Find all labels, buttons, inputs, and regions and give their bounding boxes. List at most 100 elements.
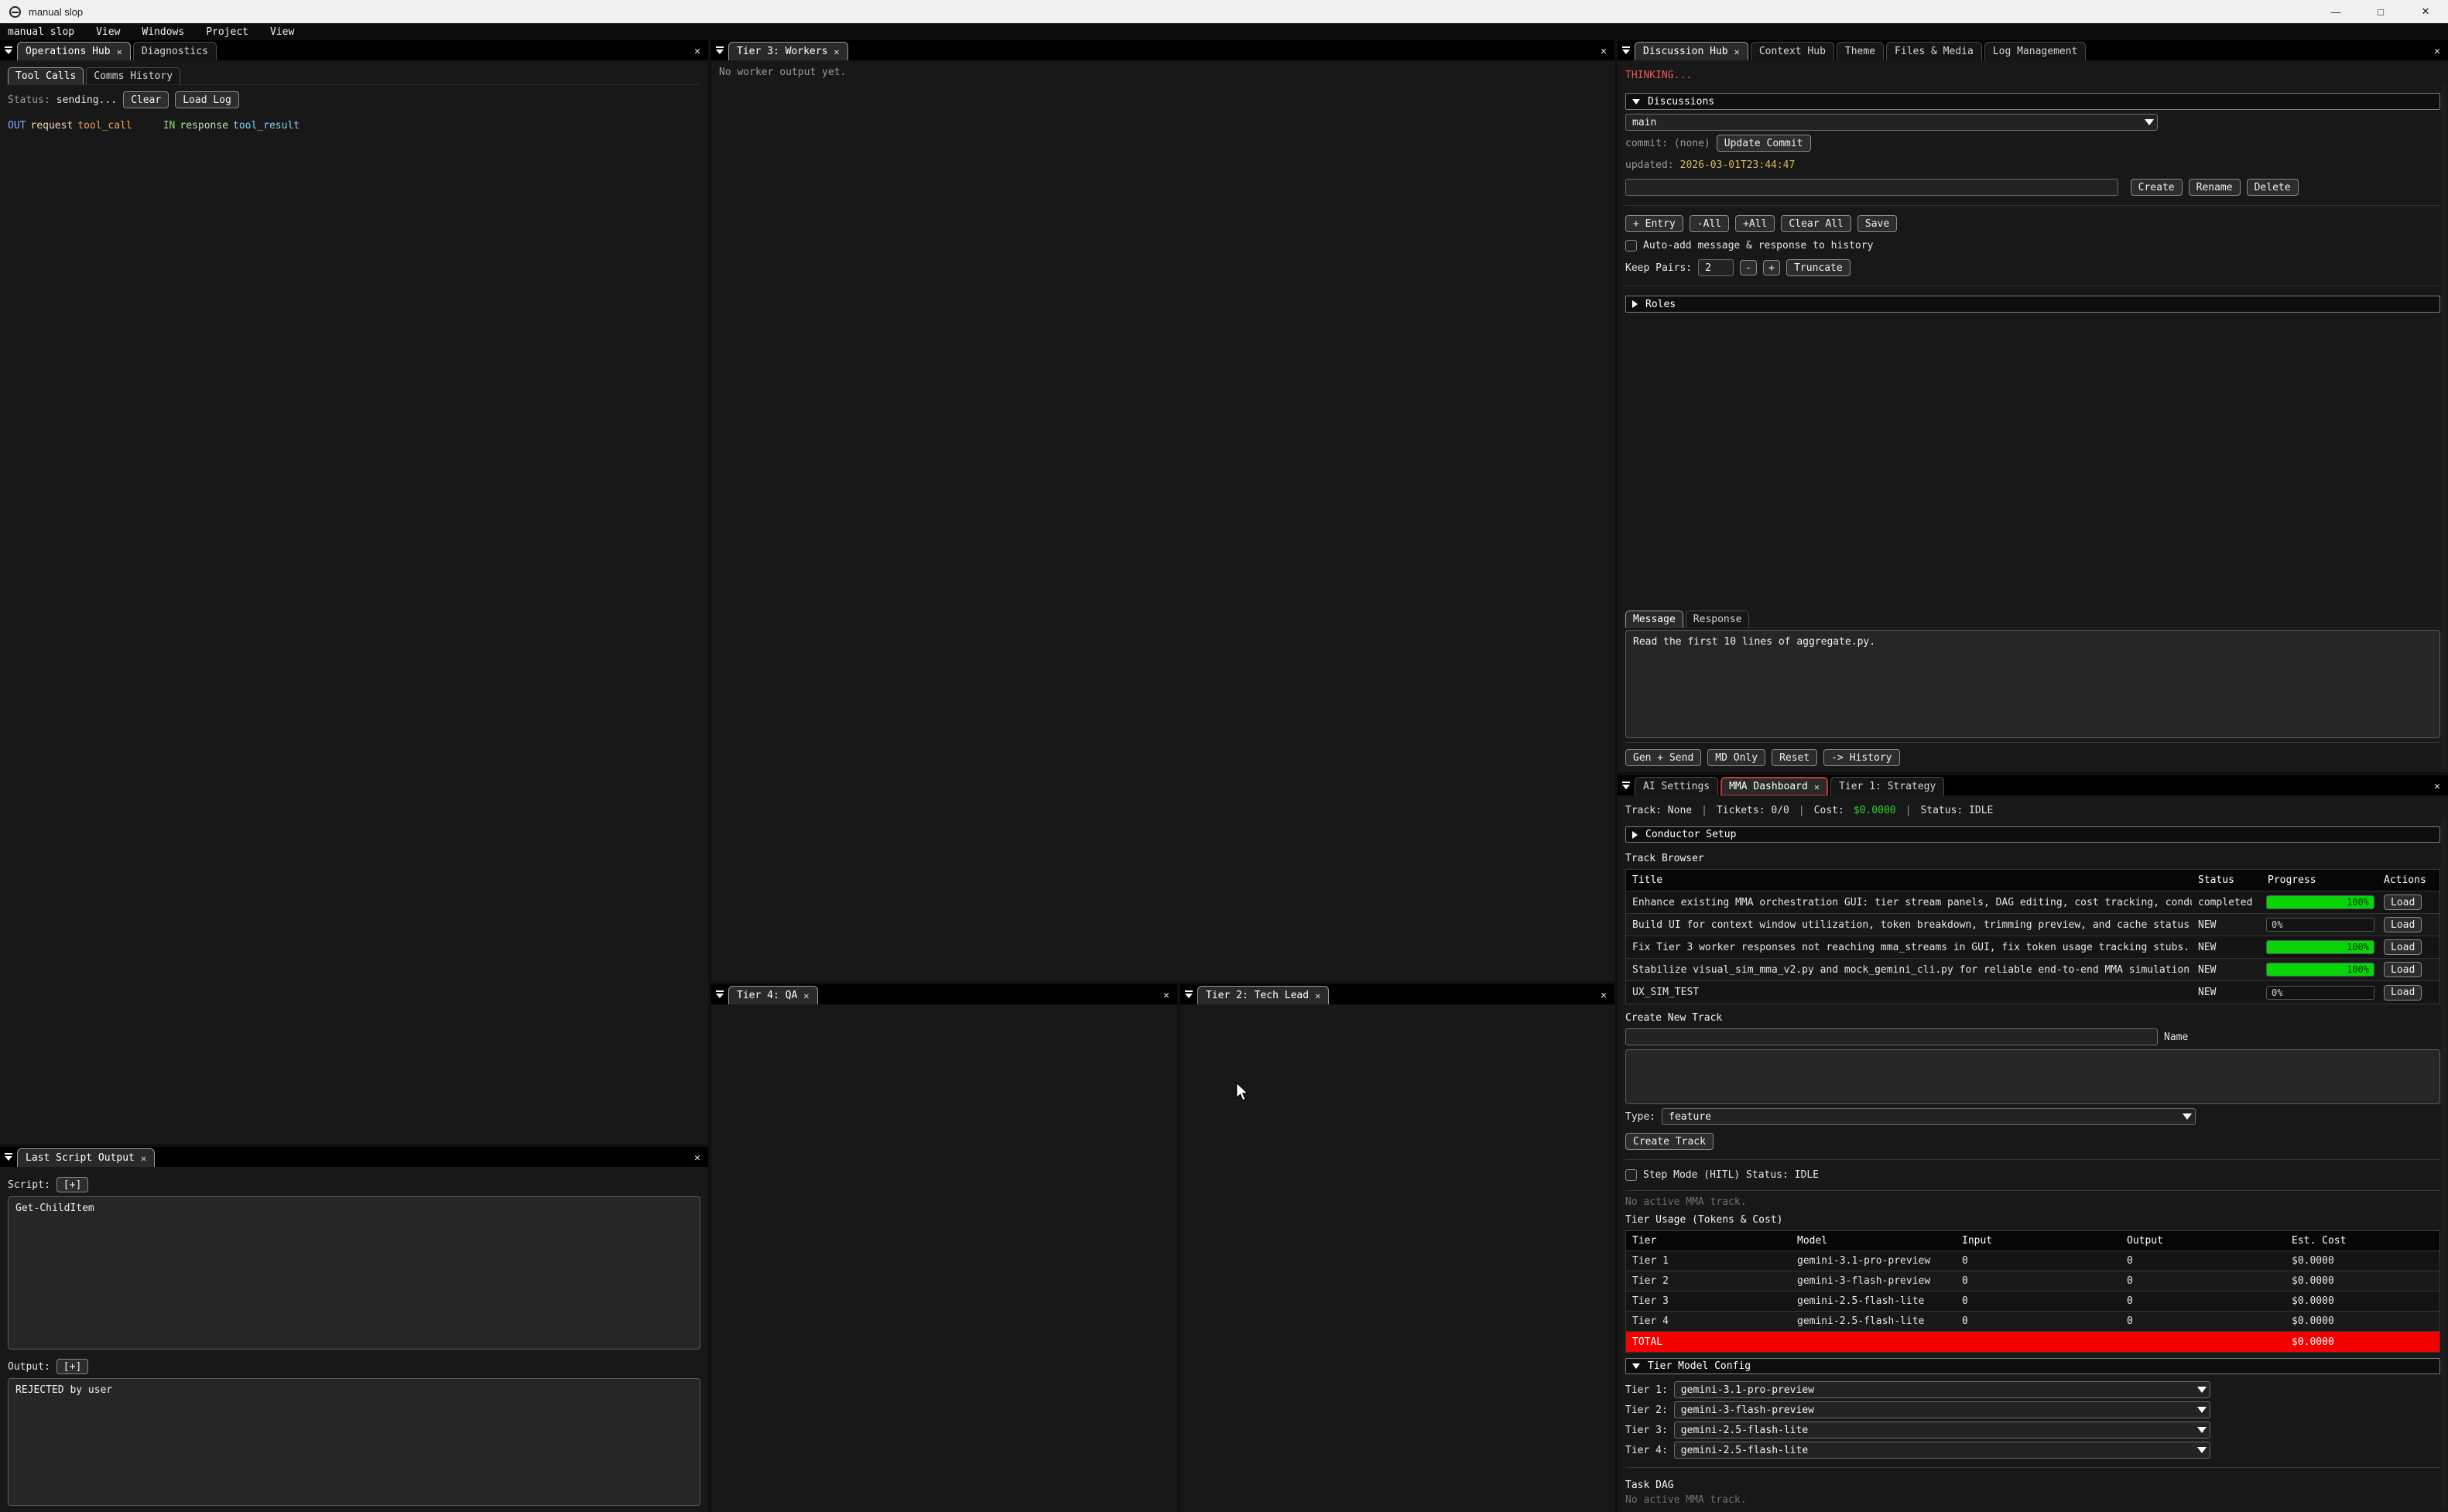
tab-close-icon[interactable]: ✕ xyxy=(141,1153,146,1164)
maximize-icon[interactable]: □ xyxy=(2358,0,2403,23)
panel-close-icon[interactable]: ✕ xyxy=(2426,46,2448,60)
load-log-button[interactable]: Load Log xyxy=(175,91,239,108)
script-label: Script: xyxy=(8,1179,50,1191)
menu-item-project[interactable]: Project xyxy=(206,26,248,38)
auto-add-checkbox[interactable] xyxy=(1625,240,1637,251)
discussion-select[interactable]: main xyxy=(1625,114,2158,131)
menu-item-app[interactable]: manual slop xyxy=(8,26,74,38)
menu-item-view2[interactable]: View xyxy=(270,26,294,38)
tab-ai-settings[interactable]: AI Settings xyxy=(1635,777,1718,795)
conductor-setup-collapse-header[interactable]: Conductor Setup xyxy=(1625,826,2440,843)
track-description-textarea[interactable] xyxy=(1625,1049,2440,1104)
track-name-input[interactable] xyxy=(1625,1028,2158,1045)
roles-collapse-header[interactable]: Roles xyxy=(1625,296,2440,313)
panel-close-icon[interactable]: ✕ xyxy=(1593,46,1614,60)
track-type-select[interactable]: feature xyxy=(1662,1108,2196,1125)
tier-model-select[interactable]: gemini-3-flash-preview xyxy=(1674,1401,2210,1418)
tab-operations-hub[interactable]: Operations Hub ✕ xyxy=(17,42,131,60)
plus-all-button[interactable]: +All xyxy=(1735,215,1775,232)
tab-close-icon[interactable]: ✕ xyxy=(834,46,839,57)
clear-all-button[interactable]: Clear All xyxy=(1781,215,1851,232)
tab-files-media[interactable]: Files & Media xyxy=(1886,42,1982,60)
menu-item-windows[interactable]: Windows xyxy=(142,26,184,38)
tab-response[interactable]: Response xyxy=(1686,611,1750,628)
tab-log-management[interactable]: Log Management xyxy=(1984,42,2087,60)
dock-menu-icon[interactable] xyxy=(1618,776,1635,795)
tab-last-script-output[interactable]: Last Script Output ✕ xyxy=(17,1148,155,1167)
load-button[interactable]: Load xyxy=(2384,939,2422,955)
tab-close-icon[interactable]: ✕ xyxy=(1315,990,1320,1001)
delete-button[interactable]: Delete xyxy=(2247,179,2299,196)
status-label: Status: xyxy=(8,94,50,106)
gen-send-button[interactable]: Gen + Send xyxy=(1625,749,1701,766)
tab-close-icon[interactable]: ✕ xyxy=(117,46,122,57)
tab-tool-calls[interactable]: Tool Calls xyxy=(8,67,84,84)
tab-comms-history[interactable]: Comms History xyxy=(86,67,180,84)
to-history-button[interactable]: -> History xyxy=(1823,749,1899,766)
scrollbar[interactable] xyxy=(2441,82,2446,770)
dock-menu-icon[interactable] xyxy=(0,1148,17,1166)
tab-tier1-strategy[interactable]: Tier 1: Strategy xyxy=(1830,777,1944,795)
keep-pairs-input[interactable] xyxy=(1698,259,1734,276)
panel-close-icon[interactable]: ✕ xyxy=(686,1152,708,1167)
message-textarea[interactable]: Read the first 10 lines of aggregate.py. xyxy=(1625,630,2440,738)
clear-button[interactable]: Clear xyxy=(123,91,169,108)
dock-menu-icon[interactable] xyxy=(711,41,728,60)
load-button[interactable]: Load xyxy=(2384,895,2422,910)
panel-close-icon[interactable]: ✕ xyxy=(1593,990,1614,1004)
output-content-box[interactable]: REJECTED by user xyxy=(8,1378,700,1506)
create-track-button[interactable]: Create Track xyxy=(1625,1133,1714,1150)
keep-pairs-plus-button[interactable]: + xyxy=(1763,260,1780,275)
tab-message[interactable]: Message xyxy=(1625,611,1683,628)
menu-item-view[interactable]: View xyxy=(96,26,120,38)
tickets-status: Tickets: 0/0 xyxy=(1717,805,1789,816)
tab-mma-dashboard[interactable]: MMA Dashboard ✕ xyxy=(1720,777,1828,795)
add-entry-button[interactable]: + Entry xyxy=(1625,215,1683,232)
load-button[interactable]: Load xyxy=(2384,962,2422,977)
script-content-box[interactable]: Get-ChildItem xyxy=(8,1196,700,1350)
dock-menu-icon[interactable] xyxy=(0,41,17,60)
tab-discussion-hub[interactable]: Discussion Hub ✕ xyxy=(1635,42,1748,60)
panel-close-icon[interactable]: ✕ xyxy=(1156,990,1177,1004)
tier-model-select[interactable]: gemini-2.5-flash-lite xyxy=(1674,1442,2210,1459)
panel-close-icon[interactable]: ✕ xyxy=(2426,781,2448,795)
create-button[interactable]: Create xyxy=(2131,179,2183,196)
load-button[interactable]: Load xyxy=(2384,917,2422,932)
tab-close-icon[interactable]: ✕ xyxy=(803,990,809,1001)
rename-button[interactable]: Rename xyxy=(2189,179,2241,196)
tab-context-hub[interactable]: Context Hub xyxy=(1751,42,1834,60)
output-expand-button[interactable]: [+] xyxy=(56,1359,88,1374)
update-commit-button[interactable]: Update Commit xyxy=(1717,135,1811,152)
minus-all-button[interactable]: -All xyxy=(1690,215,1729,232)
tier-model-config-collapse-header[interactable]: Tier Model Config xyxy=(1625,1358,2440,1374)
keep-pairs-minus-button[interactable]: - xyxy=(1740,260,1757,275)
md-only-button[interactable]: MD Only xyxy=(1707,749,1765,766)
discussion-tabbar: Discussion Hub ✕ Context Hub Theme Files… xyxy=(1618,40,2448,60)
dock-menu-icon[interactable] xyxy=(711,985,728,1004)
tab-tier3-workers[interactable]: Tier 3: Workers ✕ xyxy=(728,42,848,60)
minimize-icon[interactable]: — xyxy=(2313,0,2358,23)
script-expand-button[interactable]: [+] xyxy=(56,1177,88,1192)
tab-close-icon[interactable]: ✕ xyxy=(1814,782,1820,792)
track-title: Build UI for context window utilization,… xyxy=(1626,919,2192,931)
scrollbar[interactable] xyxy=(2441,817,2446,1510)
discussions-collapse-header[interactable]: Discussions xyxy=(1625,93,2440,110)
discussion-name-input[interactable] xyxy=(1625,179,2118,196)
panel-close-icon[interactable]: ✕ xyxy=(686,46,708,60)
tier-model-select[interactable]: gemini-3.1-pro-preview xyxy=(1674,1381,2210,1398)
close-icon[interactable]: ✕ xyxy=(2403,0,2448,23)
tab-tier2-tech-lead[interactable]: Tier 2: Tech Lead ✕ xyxy=(1197,986,1329,1004)
tab-theme[interactable]: Theme xyxy=(1837,42,1884,60)
reset-button[interactable]: Reset xyxy=(1772,749,1817,766)
tab-diagnostics[interactable]: Diagnostics xyxy=(133,42,217,60)
step-mode-checkbox[interactable] xyxy=(1625,1169,1637,1181)
usage-input: 0 xyxy=(1956,1315,2121,1327)
load-button[interactable]: Load xyxy=(2384,985,2422,1001)
truncate-button[interactable]: Truncate xyxy=(1786,259,1851,276)
tier-model-select[interactable]: gemini-2.5-flash-lite xyxy=(1674,1421,2210,1438)
tab-tier4-qa[interactable]: Tier 4: QA ✕ xyxy=(728,986,818,1004)
tab-close-icon[interactable]: ✕ xyxy=(1734,46,1740,57)
save-button[interactable]: Save xyxy=(1857,215,1897,232)
dock-menu-icon[interactable] xyxy=(1180,985,1197,1004)
dock-menu-icon[interactable] xyxy=(1618,41,1635,60)
